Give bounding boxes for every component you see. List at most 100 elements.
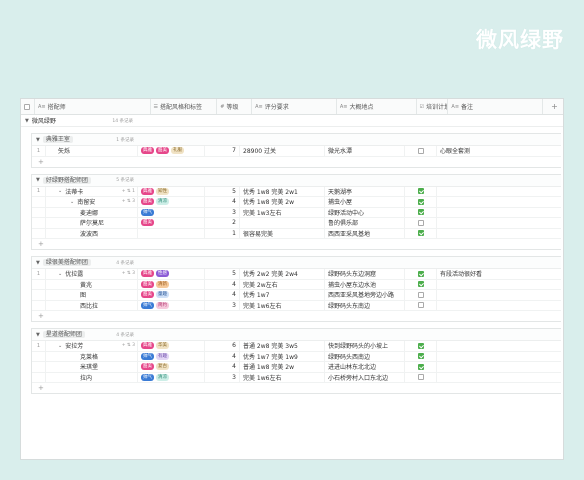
note-cell[interactable] xyxy=(437,362,532,372)
col-header-requirement[interactable]: A≡ 评分要求 xyxy=(252,99,337,114)
checked-checkbox[interactable] xyxy=(417,342,424,349)
table-row[interactable]: 波波西 1 很容易完美 西西亚采风基地 xyxy=(32,228,561,239)
subrecord-controls[interactable]: + ⇅ 1 xyxy=(122,189,135,194)
checked-checkbox[interactable] xyxy=(417,188,424,195)
tags-cell[interactable]: 帅气 有趣 xyxy=(138,351,205,361)
checked-checkbox[interactable] xyxy=(417,230,424,237)
unchecked-checkbox[interactable] xyxy=(417,291,424,298)
tags-cell[interactable]: 典雅 华美 xyxy=(138,341,205,351)
note-cell[interactable] xyxy=(437,290,532,300)
note-cell[interactable] xyxy=(437,218,532,228)
table-row[interactable]: 萨尔莫尼 甜美 2 鲁的俱乐部 xyxy=(32,218,561,229)
plan-cell[interactable] xyxy=(405,197,437,207)
location-cell[interactable]: 西西亚采风基地 xyxy=(325,228,405,238)
location-cell[interactable]: 绿野码头东边洞窟 xyxy=(325,269,405,279)
plan-cell[interactable] xyxy=(405,341,437,351)
requirement-cell[interactable]: 完美 1w6左右 xyxy=(240,372,325,382)
unchecked-checkbox[interactable] xyxy=(417,219,424,226)
plan-cell[interactable] xyxy=(405,146,437,156)
note-cell[interactable]: 有段活动很好看 xyxy=(437,269,532,279)
level-cell[interactable]: 3 xyxy=(205,207,240,217)
subrecord-controls[interactable]: + ⇅ 3 xyxy=(122,199,135,204)
plan-cell[interactable] xyxy=(405,372,437,382)
group-header[interactable]: ▼ 绿很美搭配师团 4 条记录 xyxy=(32,257,561,269)
checked-checkbox[interactable] xyxy=(417,281,424,288)
name-cell[interactable]: 波波西 xyxy=(46,228,138,238)
subrecord-controls[interactable]: + ⇅ 3 xyxy=(122,271,135,276)
level-cell[interactable]: 4 xyxy=(205,197,240,207)
note-cell[interactable] xyxy=(437,229,532,239)
plan-cell[interactable] xyxy=(405,300,437,310)
location-cell[interactable]: 绿野码头东南边 xyxy=(325,300,405,310)
table-row[interactable]: 1 矢烁 典雅 甜美 礼服 7 28900 过关 微光水潭 心眼全套测 xyxy=(32,146,561,157)
checked-checkbox[interactable] xyxy=(417,270,424,277)
location-cell[interactable]: 快到绿野码头的小坡上 xyxy=(325,341,405,351)
tags-cell[interactable]: 典雅 甜美 礼服 xyxy=(138,146,205,156)
note-cell[interactable]: 心眼全套测 xyxy=(437,146,532,156)
tags-cell[interactable]: 典雅 性感 xyxy=(138,269,205,279)
plan-cell[interactable] xyxy=(405,218,437,228)
table-row[interactable]: 图甜美 童趣 4 优秀 1w7 西西亚采风基地旁边小路 xyxy=(32,290,561,301)
name-cell[interactable]: 图 xyxy=(46,290,138,300)
tags-cell[interactable]: 甜美 清新 xyxy=(138,279,205,289)
collapse-triangle-icon[interactable]: ▼ xyxy=(25,118,29,124)
plan-cell[interactable] xyxy=(405,207,437,217)
name-cell[interactable]: 黄兆 xyxy=(46,279,138,289)
name-cell[interactable]: ⌄ 安拉芳 + ⇅ 3 xyxy=(46,341,138,351)
name-cell[interactable]: 西比拉 xyxy=(46,300,138,310)
tags-cell[interactable]: 甜美 复古 xyxy=(138,362,205,372)
level-cell[interactable]: 4 xyxy=(205,362,240,372)
unchecked-checkbox[interactable] xyxy=(417,147,424,154)
checked-checkbox[interactable] xyxy=(417,198,424,205)
table-row[interactable]: 黄兆 甜美 清新 4 完美 2w左右 捕虫小屋东边水池 xyxy=(32,279,561,290)
level-cell[interactable]: 1 xyxy=(205,228,240,238)
level-cell[interactable]: 4 xyxy=(205,351,240,361)
collapse-triangle-icon[interactable]: ▼ xyxy=(36,177,40,183)
table-row[interactable]: 米琪堡 甜美 复古 4 普通 1w8 完美 2w 进进山林东北北边 xyxy=(32,362,561,373)
location-cell[interactable]: 天鹅湖亭 xyxy=(325,186,405,196)
location-cell[interactable]: 绿野码头西南边 xyxy=(325,351,405,361)
col-header-level[interactable]: # 等级 xyxy=(217,99,253,114)
tags-cell[interactable]: 甜美 xyxy=(138,218,205,228)
plan-cell[interactable] xyxy=(405,362,437,372)
location-cell[interactable]: 西西亚采风基地旁边小路 xyxy=(325,290,405,300)
table-row[interactable]: 拉内 帅气 清凉 3 完美 1w6左右 小石桥旁村入口东北边 xyxy=(32,372,561,383)
name-cell[interactable]: ⌄ 法蒂卡 + ⇅ 1 xyxy=(46,186,138,196)
note-cell[interactable] xyxy=(437,373,532,383)
requirement-cell[interactable]: 优秀 1w7 xyxy=(240,290,325,300)
tags-cell[interactable]: 甜美 清凉 xyxy=(138,197,205,207)
note-cell[interactable] xyxy=(437,208,532,218)
checked-checkbox[interactable] xyxy=(417,353,424,360)
level-cell[interactable]: 3 xyxy=(205,372,240,382)
collapse-triangle-icon[interactable]: ▼ xyxy=(36,137,40,143)
plan-cell[interactable] xyxy=(405,228,437,238)
name-cell[interactable]: 矢烁 xyxy=(46,146,138,156)
table-row[interactable]: 麦迪娜 帅气 3 完美 1w3左右 绿野活动中心 xyxy=(32,207,561,218)
plan-cell[interactable] xyxy=(405,279,437,289)
col-header-name[interactable]: A≡ 搭配师 xyxy=(35,99,151,114)
add-column-button[interactable]: + xyxy=(543,99,563,114)
top-group-header[interactable]: ▼ 微风绿野 14 条记录 xyxy=(21,115,563,127)
level-cell[interactable]: 5 xyxy=(205,269,240,279)
name-cell[interactable]: 萨尔莫尼 xyxy=(46,218,138,228)
table-row[interactable]: 1 ⌄ 法蒂卡 + ⇅ 1 典雅 知性 5 优秀 1w8 完美 2w1 天鹅湖亭 xyxy=(32,186,561,197)
expand-chevron-icon[interactable]: ⌄ xyxy=(58,271,62,277)
level-cell[interactable]: 4 xyxy=(205,290,240,300)
location-cell[interactable]: 小石桥旁村入口东北边 xyxy=(325,372,405,382)
requirement-cell[interactable]: 28900 过关 xyxy=(240,146,325,156)
collapse-triangle-icon[interactable]: ▼ xyxy=(36,332,40,338)
table-row[interactable]: ⌄ 南留安 + ⇅ 3 甜美 清凉 4 优秀 1w8 完美 2w 捕虫小屋 xyxy=(32,197,561,208)
expand-chevron-icon[interactable]: ⌄ xyxy=(58,188,62,194)
col-header-tags[interactable]: ☰ 搭配风格和标签 xyxy=(151,99,218,114)
note-cell[interactable] xyxy=(437,187,532,197)
plan-cell[interactable] xyxy=(405,290,437,300)
requirement-cell[interactable]: 完美 1w3左右 xyxy=(240,207,325,217)
note-cell[interactable] xyxy=(437,352,532,362)
level-cell[interactable]: 5 xyxy=(205,186,240,196)
add-record-button[interactable]: + xyxy=(32,311,561,321)
name-cell[interactable]: ⌄ 优拉露 + ⇅ 3 xyxy=(46,269,138,279)
group-header[interactable]: ▼ 星道搭配师团 4 条记录 xyxy=(32,329,561,341)
unchecked-checkbox[interactable] xyxy=(417,374,424,381)
requirement-cell[interactable]: 优秀 1w8 完美 2w xyxy=(240,197,325,207)
name-cell[interactable]: 麦迪娜 xyxy=(46,207,138,217)
